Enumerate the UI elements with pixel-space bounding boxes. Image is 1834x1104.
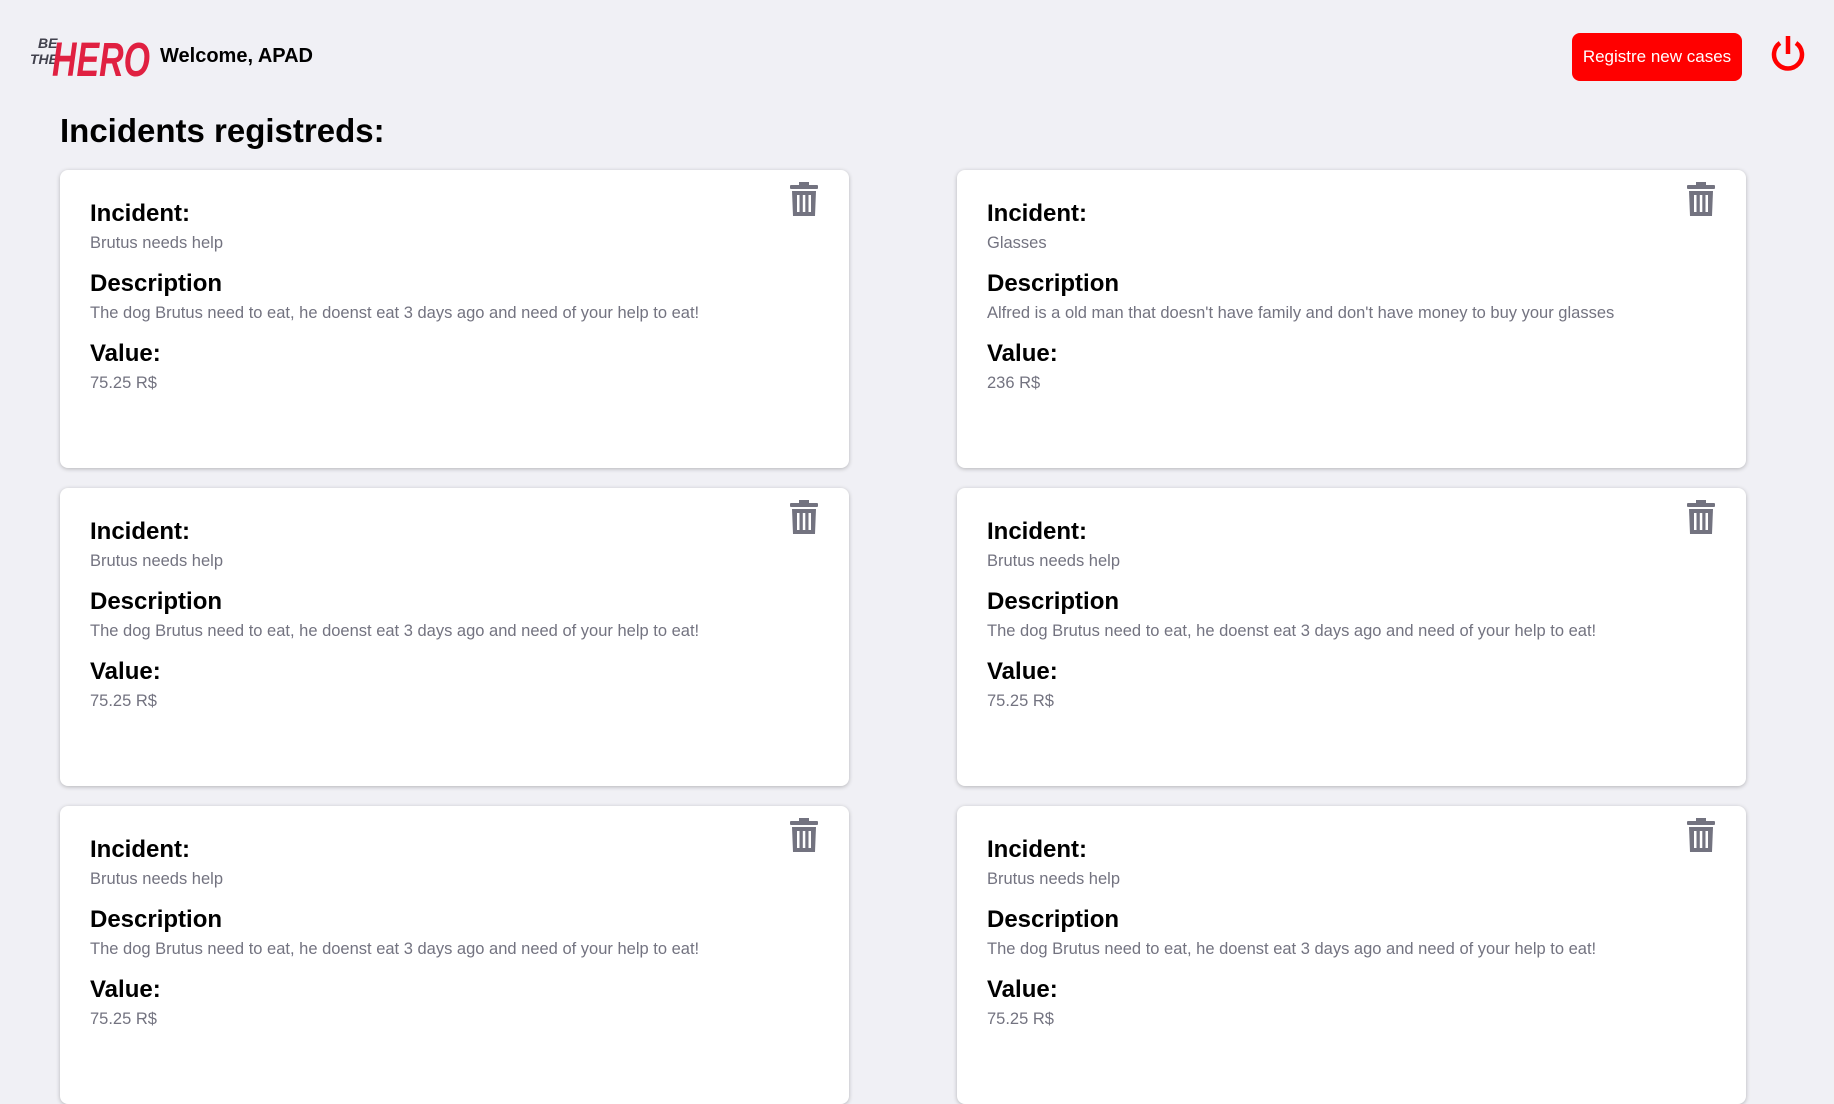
- description-label: Description: [987, 906, 1120, 933]
- incident-label: Incident:: [90, 836, 190, 863]
- incident-card: Incident: Brutus needs help Description …: [60, 170, 849, 468]
- incident-description: The dog Brutus need to eat, he doenst ea…: [90, 622, 700, 640]
- description-label: Description: [987, 270, 1120, 297]
- incident-card: Incident: Brutus needs help Description …: [957, 488, 1746, 786]
- incident-value: 75.25 R$: [90, 1010, 157, 1028]
- incident-description: The dog Brutus need to eat, he doenst ea…: [987, 622, 1597, 640]
- description-label: Description: [90, 270, 223, 297]
- power-logout-icon[interactable]: [1768, 34, 1808, 74]
- be-the-hero-logo: BE THE HERO: [30, 34, 150, 84]
- register-new-cases-button[interactable]: Registre new cases: [1572, 33, 1742, 81]
- trash-delete-icon[interactable]: [789, 500, 819, 534]
- trash-delete-icon[interactable]: [789, 818, 819, 852]
- incident-card: Incident: Brutus needs help Description …: [60, 488, 849, 786]
- incident-value: 236 R$: [987, 374, 1041, 392]
- incident-title: Glasses: [987, 234, 1047, 252]
- trash-delete-icon[interactable]: [1686, 500, 1716, 534]
- incident-label: Incident:: [90, 518, 190, 545]
- incident-label: Incident:: [987, 836, 1087, 863]
- incident-description: The dog Brutus need to eat, he doenst ea…: [90, 304, 700, 322]
- incident-card: Incident: Brutus needs help Description …: [957, 806, 1746, 1104]
- trash-delete-icon[interactable]: [1686, 182, 1716, 216]
- incident-label: Incident:: [987, 518, 1087, 545]
- incident-label: Incident:: [987, 200, 1087, 227]
- value-label: Value:: [987, 340, 1058, 367]
- description-label: Description: [987, 588, 1120, 615]
- incident-value: 75.25 R$: [90, 692, 157, 710]
- trash-delete-icon[interactable]: [1686, 818, 1716, 852]
- description-label: Description: [90, 588, 223, 615]
- incident-label: Incident:: [90, 200, 190, 227]
- incident-description: The dog Brutus need to eat, he doenst ea…: [987, 940, 1597, 958]
- incident-title: Brutus needs help: [90, 234, 224, 252]
- incident-card: Incident: Glasses Description Alfred is …: [957, 170, 1746, 468]
- header: BE THE HERO Welcome, APAD Registre new c…: [0, 0, 1834, 110]
- incident-description: The dog Brutus need to eat, he doenst ea…: [90, 940, 700, 958]
- incident-title: Brutus needs help: [90, 552, 224, 570]
- trash-delete-icon[interactable]: [789, 182, 819, 216]
- incident-value: 75.25 R$: [90, 374, 157, 392]
- incident-title: Brutus needs help: [987, 870, 1121, 888]
- value-label: Value:: [90, 340, 161, 367]
- value-label: Value:: [987, 658, 1058, 685]
- welcome-text: Welcome, APAD: [160, 45, 313, 67]
- value-label: Value:: [90, 976, 161, 1003]
- svg-text:HERO: HERO: [52, 34, 150, 84]
- incident-description: Alfred is a old man that doesn't have fa…: [987, 304, 1615, 322]
- value-label: Value:: [90, 658, 161, 685]
- incident-card: Incident: Brutus needs help Description …: [60, 806, 849, 1104]
- description-label: Description: [90, 906, 223, 933]
- page-title: Incidents registreds:: [60, 112, 385, 149]
- incident-value: 75.25 R$: [987, 1010, 1054, 1028]
- incident-title: Brutus needs help: [987, 552, 1121, 570]
- incident-title: Brutus needs help: [90, 870, 224, 888]
- value-label: Value:: [987, 976, 1058, 1003]
- incident-value: 75.25 R$: [987, 692, 1054, 710]
